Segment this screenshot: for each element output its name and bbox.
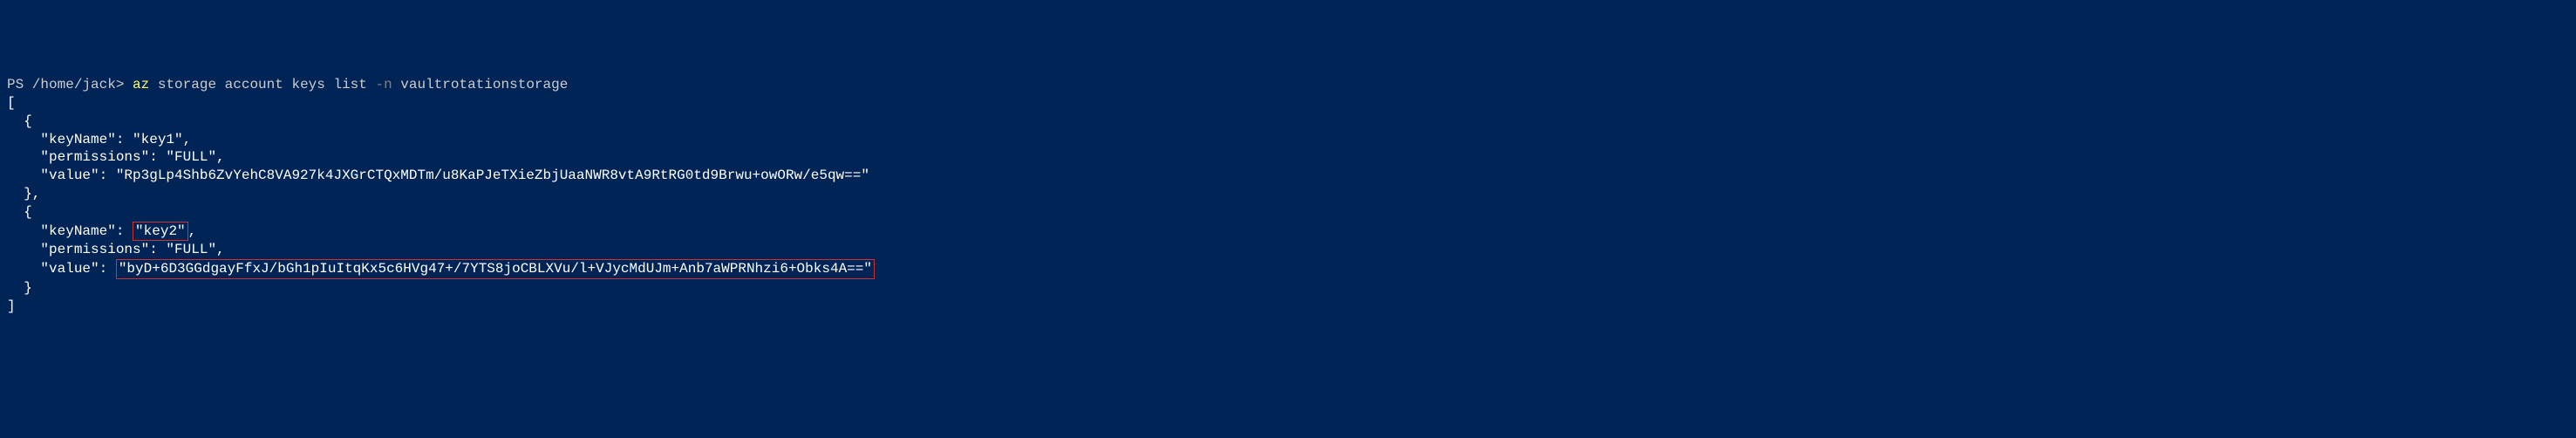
- json-keyname1: "keyName": "key1",: [7, 131, 2569, 149]
- prompt-prefix: PS /home/jack>: [7, 77, 133, 92]
- json-keyname2-suffix: ,: [188, 223, 197, 239]
- json-value2-line: "value": "byD+6D3GGdgayFfxJ/bGh1pIuItqKx…: [7, 259, 2569, 279]
- json-object-close1: },: [7, 185, 2569, 203]
- json-value2-prefix: "value":: [7, 261, 116, 277]
- json-keyname2-line: "keyName": "key2",: [7, 222, 2569, 242]
- json-object-open2: {: [7, 203, 2569, 222]
- command-args: storage account keys list: [149, 77, 375, 92]
- json-permissions1: "permissions": "FULL",: [7, 148, 2569, 167]
- command-arg-value: vaultrotationstorage: [392, 77, 569, 92]
- key2-highlight: "key2": [133, 222, 188, 242]
- json-object-close2: }: [7, 279, 2569, 298]
- command-az: az: [133, 77, 149, 92]
- command-flag: -n: [375, 77, 392, 92]
- json-value1: "value": "Rp3gLp4Shb6ZvYehC8VA927k4JXGrC…: [7, 167, 2569, 185]
- prompt-line[interactable]: PS /home/jack> az storage account keys l…: [7, 76, 2569, 94]
- json-permissions2: "permissions": "FULL",: [7, 241, 2569, 259]
- json-open-bracket: [: [7, 94, 2569, 113]
- json-keyname2-prefix: "keyName":: [7, 223, 133, 239]
- terminal-output: PS /home/jack> az storage account keys l…: [7, 76, 2569, 315]
- json-object-open: {: [7, 113, 2569, 131]
- value2-highlight: "byD+6D3GGdgayFfxJ/bGh1pIuItqKx5c6HVg47+…: [116, 259, 875, 279]
- json-close-bracket: ]: [7, 298, 2569, 316]
